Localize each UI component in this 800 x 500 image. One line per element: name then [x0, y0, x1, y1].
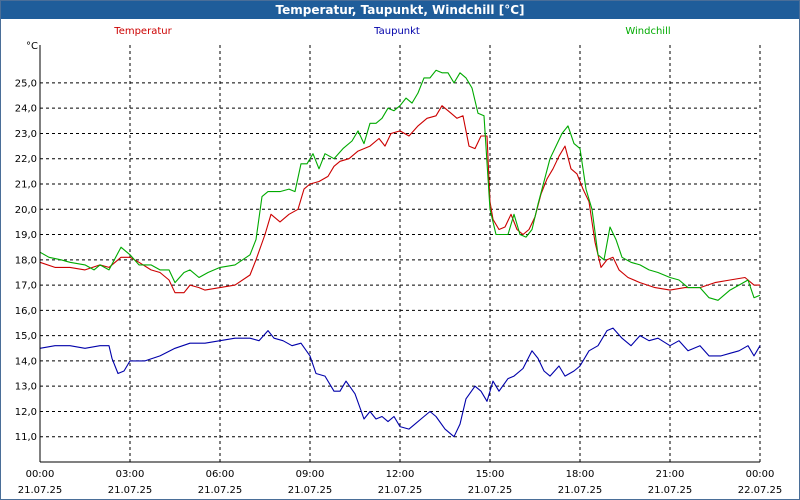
x-tick-time: 03:00 [116, 469, 145, 480]
grid [39, 45, 761, 462]
x-tick-date: 21.07.25 [288, 485, 333, 496]
y-tick-label: 17,0 [15, 281, 37, 292]
y-tick-label: 12,0 [15, 407, 37, 418]
x-tick-time: 15:00 [476, 469, 505, 480]
x-tick-time: 00:00 [746, 469, 775, 480]
x-tick-date: 21.07.25 [198, 485, 243, 496]
y-tick-label: 20,0 [15, 205, 37, 216]
x-tick-date: 22.07.25 [738, 485, 783, 496]
line-chart: 11,0 12,0 13,0 14,0 15,0 16,0 17,0 18,0 19,0 20,0… [15, 26, 783, 496]
x-tick-time: 06:00 [206, 469, 235, 480]
y-tick-labels: 11,0 12,0 13,0 14,0 15,0 16,0 17,0 18,0 19,0 20,0… [15, 78, 37, 443]
y-tick-label: 24,0 [15, 104, 37, 115]
x-tick-date: 21.07.25 [18, 485, 63, 496]
x-tick-labels: 00:00 21.07.25 03:00 21.07.25 06:00 21.07.25 0… [18, 469, 783, 496]
x-tick-time: 18:00 [566, 469, 595, 480]
y-tick-label: 14,0 [15, 356, 37, 367]
y-tick-label: 15,0 [15, 331, 37, 342]
y-axis-unit-label: °C [26, 41, 38, 52]
y-tick-label: 23,0 [15, 129, 37, 140]
legend: Temperatur Taupunkt Windchill [113, 26, 670, 37]
y-tick-label: 25,0 [15, 78, 37, 89]
x-tick-date: 21.07.25 [108, 485, 153, 496]
x-tick-date: 21.07.25 [378, 485, 423, 496]
x-tick-date: 21.07.25 [468, 485, 513, 496]
y-tick-label: 11,0 [15, 432, 37, 443]
y-tick-label: 16,0 [15, 306, 37, 317]
y-tick-label: 21,0 [15, 180, 37, 191]
y-tick-label: 19,0 [15, 230, 37, 241]
legend-entry-temperatur: Temperatur [113, 26, 172, 37]
x-tick-time: 09:00 [296, 469, 325, 480]
x-tick-time: 00:00 [26, 469, 55, 480]
x-tick-date: 21.07.25 [648, 485, 693, 496]
legend-entry-windchill: Windchill [625, 26, 670, 37]
x-tick-time: 12:00 [386, 469, 415, 480]
y-tick-label: 13,0 [15, 382, 37, 393]
y-tick-label: 22,0 [15, 154, 37, 165]
y-tick-label: 18,0 [15, 255, 37, 266]
legend-entry-taupunkt: Taupunkt [373, 26, 420, 37]
x-tick-date: 21.07.25 [558, 485, 603, 496]
x-tick-time: 21:00 [656, 469, 685, 480]
